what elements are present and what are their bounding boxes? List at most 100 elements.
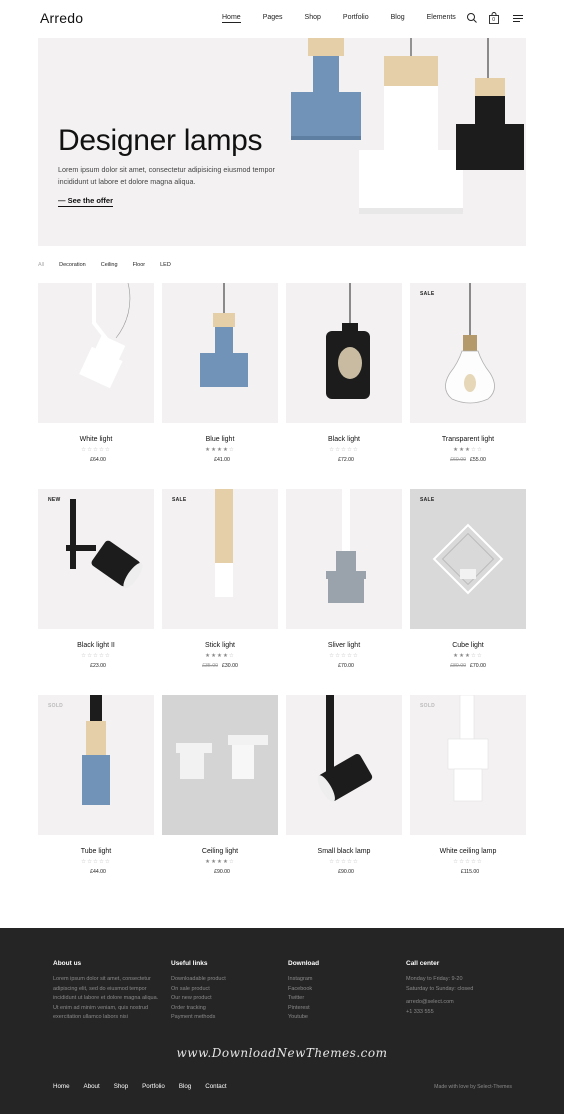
menu-icon[interactable]	[512, 12, 524, 24]
see-offer-label: See the offer	[67, 196, 114, 205]
product-card[interactable]: SOLD White ceiling lamp ☆☆☆☆☆ £115.00	[410, 695, 526, 875]
footer-call-center: Call center Monday to Friday: 9-20 Satur…	[406, 960, 516, 1017]
star-rating: ☆☆☆☆☆	[286, 447, 402, 453]
star-icon: ☆	[352, 859, 359, 865]
current-price: £70.00	[470, 663, 486, 669]
footer-social-link[interactable]: Instagram	[288, 975, 398, 985]
product-image[interactable]	[38, 283, 154, 423]
product-card[interactable]: Ceiling light ★★★★☆ £90.00	[162, 695, 278, 875]
nav-elements[interactable]: Elements	[427, 14, 456, 23]
footer-link[interactable]: Payment methods	[171, 1013, 281, 1023]
product-price: £35.00 £30.00	[162, 663, 278, 669]
star-icon: ☆	[476, 859, 483, 865]
search-icon[interactable]	[466, 12, 478, 24]
footer-link[interactable]: On sale product	[171, 985, 281, 995]
filter-all[interactable]: All	[38, 262, 44, 268]
product-card[interactable]: Blue light ★★★★☆ £41.00	[162, 283, 278, 463]
footer-link[interactable]: Order tracking	[171, 1004, 281, 1014]
product-name[interactable]: Transparent light	[410, 436, 526, 443]
product-name[interactable]: Ceiling light	[162, 848, 278, 855]
product-image[interactable]	[162, 283, 278, 423]
footer-email[interactable]: arredo@select.com	[406, 998, 516, 1008]
product-badge: SALE	[420, 291, 435, 297]
product-price: £72.00	[286, 457, 402, 463]
product-image[interactable]	[286, 489, 402, 629]
product-name[interactable]: White light	[38, 436, 154, 443]
star-rating: ★★★☆☆	[410, 447, 526, 453]
footer-nav-contact[interactable]: Contact	[205, 1083, 226, 1090]
footer-social-link[interactable]: Youtube	[288, 1013, 398, 1023]
nav-pages[interactable]: Pages	[263, 14, 283, 23]
product-card[interactable]: Sliver light ☆☆☆☆☆ £70.00	[286, 489, 402, 669]
product-image[interactable]	[286, 695, 402, 835]
product-card[interactable]: SALE Transparent light ★★★☆☆ £60.00 £55.0…	[410, 283, 526, 463]
nav-portfolio[interactable]: Portfolio	[343, 14, 369, 23]
star-icon: ☆	[104, 447, 111, 453]
product-image[interactable]: SOLD	[38, 695, 154, 835]
product-badge: NEW	[48, 497, 61, 503]
product-card[interactable]: White light ☆☆☆☆☆ £64.00	[38, 283, 154, 463]
see-offer-link[interactable]: — See the offer	[58, 196, 114, 207]
product-image[interactable]: SOLD	[410, 695, 526, 835]
category-filters: All Decoration Ceiling Floor LED	[38, 262, 186, 268]
filter-floor[interactable]: Floor	[133, 262, 146, 268]
product-card[interactable]: SOLD Tube light ☆☆☆☆☆ £44.00	[38, 695, 154, 875]
product-name[interactable]: White ceiling lamp	[410, 848, 526, 855]
footer-credit: Made with love by Select-Themes	[434, 1084, 512, 1090]
filter-decoration[interactable]: Decoration	[59, 262, 86, 268]
footer-useful-links: Useful links Downloadable product On sal…	[171, 960, 281, 1023]
product-image[interactable]	[286, 283, 402, 423]
footer-nav-home[interactable]: Home	[53, 1083, 70, 1090]
product-name[interactable]: Sliver light	[286, 642, 402, 649]
star-rating: ☆☆☆☆☆	[38, 653, 154, 659]
product-name[interactable]: Stick light	[162, 642, 278, 649]
footer-call-title: Call center	[406, 960, 440, 967]
site-footer: About us Lorem ipsum dolor sit amet, con…	[0, 928, 564, 1114]
hero-banner: Designer lamps Lorem ipsum dolor sit ame…	[38, 38, 526, 246]
product-badge: SALE	[420, 497, 435, 503]
footer-social-link[interactable]: Facebook	[288, 985, 398, 995]
footer-social-link[interactable]: Pinterest	[288, 1004, 398, 1014]
product-name[interactable]: Black light	[286, 436, 402, 443]
footer-nav-portfolio[interactable]: Portfolio	[142, 1083, 165, 1090]
product-card[interactable]: Black light ☆☆☆☆☆ £72.00	[286, 283, 402, 463]
footer-social-link[interactable]: Twitter	[288, 994, 398, 1004]
nav-blog[interactable]: Blog	[391, 14, 405, 23]
footer-link[interactable]: Downloadable product	[171, 975, 281, 985]
footer-hours: Saturday to Sunday: closed	[406, 985, 474, 992]
product-badge: SOLD	[420, 703, 436, 709]
product-name[interactable]: Black light II	[38, 642, 154, 649]
product-image[interactable]: SALE	[410, 283, 526, 423]
nav-home[interactable]: Home	[222, 14, 241, 23]
product-card[interactable]: NEW Black light II ☆☆☆☆☆ £23.00	[38, 489, 154, 669]
product-card[interactable]: SALE Cube light ★★★☆☆ £80.00 £70.00	[410, 489, 526, 669]
nav-shop[interactable]: Shop	[305, 14, 321, 23]
star-icon: ☆	[476, 653, 483, 659]
product-card[interactable]: Small black lamp ☆☆☆☆☆ £90.00	[286, 695, 402, 875]
product-image[interactable]	[162, 695, 278, 835]
filter-led[interactable]: LED	[160, 262, 171, 268]
logo[interactable]: Arredo	[40, 10, 83, 26]
footer-phone[interactable]: +1 333 555	[406, 1008, 516, 1018]
filter-ceiling[interactable]: Ceiling	[101, 262, 118, 268]
product-image[interactable]: NEW	[38, 489, 154, 629]
current-price: £44.00	[90, 869, 106, 875]
cart-count: 0	[492, 16, 495, 23]
current-price: £90.00	[338, 869, 354, 875]
current-price: £64.00	[90, 457, 106, 463]
product-name[interactable]: Tube light	[38, 848, 154, 855]
star-rating: ★★★☆☆	[410, 653, 526, 659]
star-icon: ☆	[352, 447, 359, 453]
product-name[interactable]: Blue light	[162, 436, 278, 443]
product-name[interactable]: Cube light	[410, 642, 526, 649]
footer-nav-blog[interactable]: Blog	[179, 1083, 191, 1090]
footer-nav-about[interactable]: About	[84, 1083, 100, 1090]
footer-download: Download Instagram Facebook Twitter Pint…	[288, 960, 398, 1023]
footer-nav-shop[interactable]: Shop	[114, 1083, 128, 1090]
cart-icon[interactable]: 0	[488, 12, 500, 24]
product-image[interactable]: SALE	[410, 489, 526, 629]
product-card[interactable]: SALE Stick light ★★★★☆ £35.00 £30.00	[162, 489, 278, 669]
footer-link[interactable]: Our new product	[171, 994, 281, 1004]
product-name[interactable]: Small black lamp	[286, 848, 402, 855]
product-image[interactable]: SALE	[162, 489, 278, 629]
